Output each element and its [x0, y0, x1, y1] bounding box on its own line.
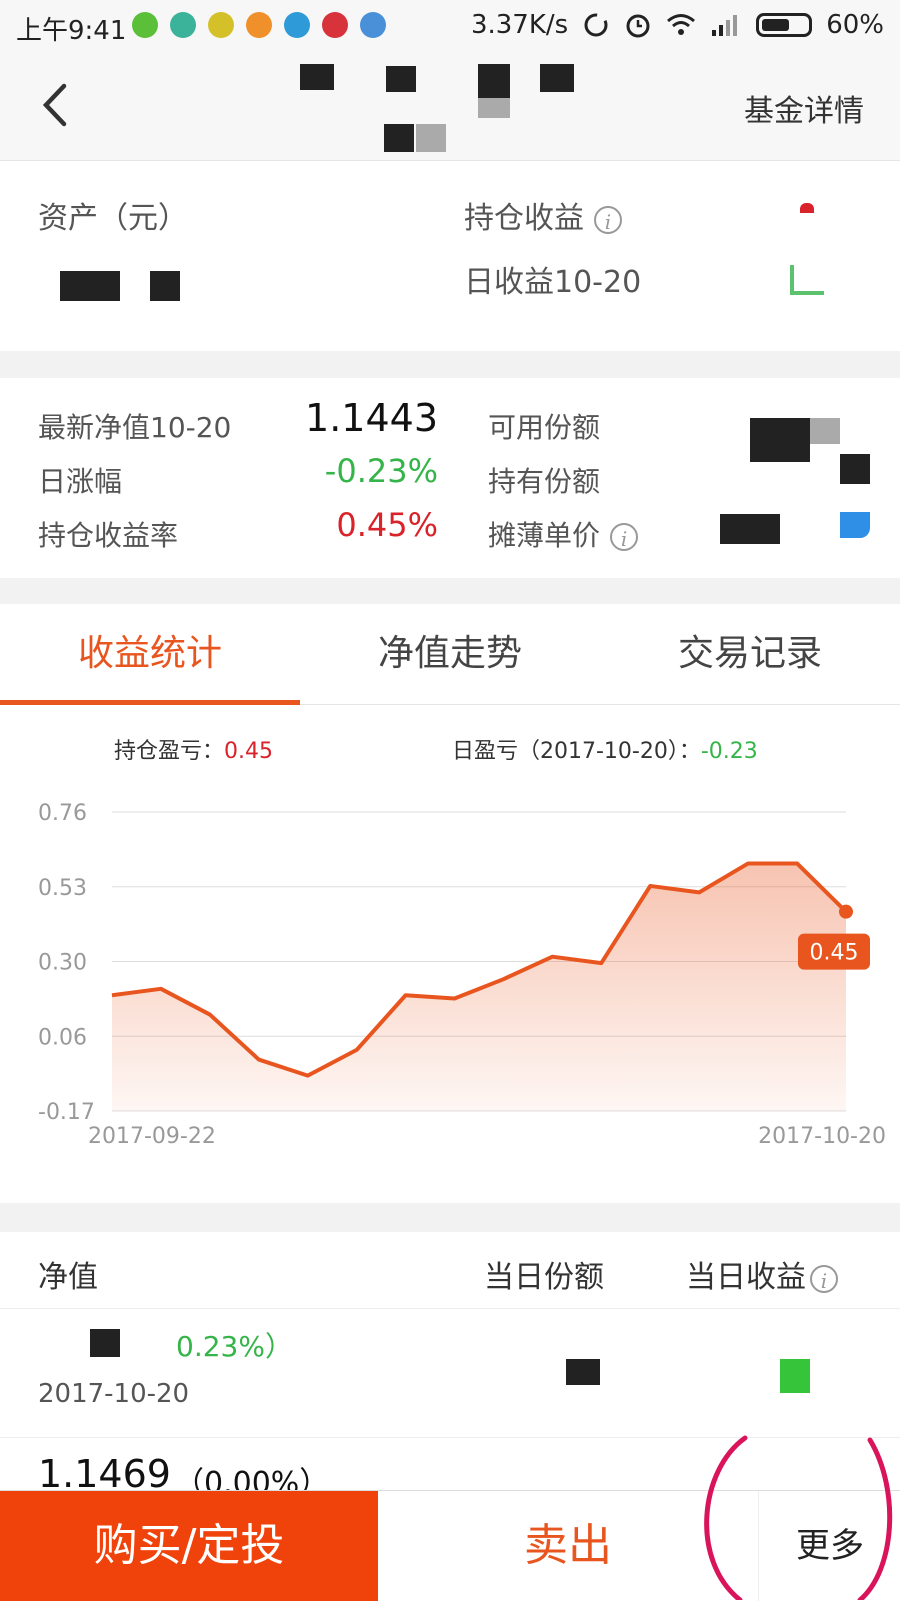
available-shares-redacted [750, 418, 810, 462]
profit-chart: 0.76 0.53 0.30 0.06 -0.17 0.45 2017-09-22 2017-… [38, 801, 886, 1149]
redaction-block [540, 64, 574, 92]
held-shares-redacted [840, 454, 870, 484]
holding-rate-label: 持仓收益率 [38, 519, 179, 552]
battery-icon [756, 13, 813, 37]
row-change: （0.00%） [174, 1466, 330, 1491]
col-profit-text: 当日收益 [686, 1260, 806, 1295]
app-notification-icon [246, 12, 272, 38]
profit-redacted [780, 1359, 810, 1393]
status-right: 3.37K/s 60% [471, 10, 884, 40]
daily-profit-value-redacted [790, 265, 824, 295]
tab-bar: 收益统计 净值走势 交易记录 [0, 604, 900, 705]
status-bar: 上午9:41 3.37K/s 60% [0, 0, 900, 52]
daily-change-value: -0.23% [324, 452, 438, 490]
app-notification-icon [208, 12, 234, 38]
tab-profit-stats[interactable]: 收益统计 [0, 604, 300, 704]
y-tick-label: 0.30 [38, 951, 87, 976]
redaction-block [416, 124, 446, 152]
y-tick-label: 0.53 [38, 876, 87, 901]
info-icon[interactable]: i [810, 1264, 838, 1293]
held-shares-label: 持有份额 [488, 465, 601, 498]
asset-value-redacted [60, 271, 120, 301]
sell-button[interactable]: 卖出 [378, 1491, 758, 1601]
info-icon[interactable]: i [610, 523, 639, 551]
holding-profit-value-redacted [800, 203, 814, 213]
app-notification-icon [132, 12, 158, 38]
app-notification-icon [284, 12, 310, 38]
app-notification-icon [170, 12, 196, 38]
asset-label: 资产（元） [38, 201, 188, 236]
sync-icon [584, 13, 608, 37]
asset-card: 资产（元） 持仓收益 i 日收益10-20 [0, 161, 900, 351]
shares-redacted [566, 1359, 600, 1385]
fund-stats-card: 最新净值10-20 1.1443 日涨幅 -0.23% 持仓收益率 0.45% … [0, 378, 900, 578]
redaction-block [384, 124, 414, 152]
table-row[interactable]: 1.1469 （0.00%） [0, 1438, 900, 1491]
y-tick-label: -0.17 [38, 1100, 95, 1125]
table-row[interactable]: 0.23%） 2017-10-20 [0, 1309, 900, 1438]
x-tick-label-end: 2017-10-20 [758, 1124, 886, 1149]
redaction-block [478, 64, 510, 98]
battery-percent: 60% [826, 10, 884, 40]
table-header: 净值 当日份额 当日收益 i [0, 1232, 900, 1309]
daily-profit-label: 日收益10-20 [464, 265, 642, 300]
wifi-icon [667, 14, 696, 35]
col-nav-header: 净值 [38, 1260, 98, 1295]
bottom-action-bar: 购买/定投 卖出 更多 [0, 1490, 900, 1601]
row-date: 2017-10-20 [38, 1379, 190, 1409]
avg-cost-redacted [840, 512, 870, 538]
signal-icon [712, 15, 738, 36]
redaction-block [386, 66, 416, 92]
nav-value: 1.1443 [305, 396, 438, 440]
alarm-icon [626, 14, 650, 38]
app-notification-icon [322, 12, 348, 38]
notification-icons [132, 12, 386, 38]
redaction-block [478, 98, 510, 118]
buy-button[interactable]: 购买/定投 [0, 1491, 378, 1601]
available-shares-label: 可用份额 [488, 411, 601, 444]
nav-bar: 基金详情 [0, 52, 900, 161]
x-tick-label-start: 2017-09-22 [88, 1124, 216, 1149]
available-shares-redacted [810, 418, 840, 444]
col-shares-header: 当日份额 [484, 1260, 604, 1295]
fund-detail-link[interactable]: 基金详情 [744, 86, 864, 130]
col-profit-header: 当日收益 i [686, 1252, 838, 1296]
last-value-label: 0.45 [810, 941, 859, 966]
avg-cost-text: 摊薄单价 [488, 519, 601, 552]
row-change: 0.23%） [176, 1330, 293, 1363]
more-button[interactable]: 更多 [758, 1491, 900, 1601]
network-speed: 3.37K/s [470, 10, 569, 40]
holding-rate-value: 0.45% [336, 506, 438, 544]
holding-profit-label: 持仓收益 i [464, 193, 622, 237]
row-nav: 1.1469 [38, 1452, 171, 1491]
tab-nav-trend[interactable]: 净值走势 [300, 604, 600, 704]
redaction-block [300, 64, 334, 90]
daily-change-label: 日涨幅 [38, 465, 123, 498]
status-time: 上午9:41 [16, 16, 127, 46]
nav-value-redacted [90, 1329, 120, 1357]
last-point [839, 904, 853, 919]
tab-trade-records[interactable]: 交易记录 [600, 604, 900, 704]
back-icon[interactable] [36, 80, 76, 130]
fund-title-redacted [300, 64, 620, 154]
app-notification-icon [360, 12, 386, 38]
avg-cost-label: 摊薄单价 i [488, 514, 639, 554]
nav-label: 最新净值10-20 [38, 411, 232, 444]
holding-profit-text: 持仓收益 [464, 201, 584, 236]
asset-value-redacted [150, 271, 180, 301]
avg-cost-redacted [720, 514, 780, 544]
y-tick-label: 0.76 [38, 801, 87, 826]
profit-chart-card: 持仓盈亏：0.45 日盈亏（2017-10-20）：-0.23 0.76 0.53… [0, 705, 900, 1203]
y-tick-label: 0.06 [38, 1025, 87, 1050]
info-icon[interactable]: i [594, 205, 622, 234]
